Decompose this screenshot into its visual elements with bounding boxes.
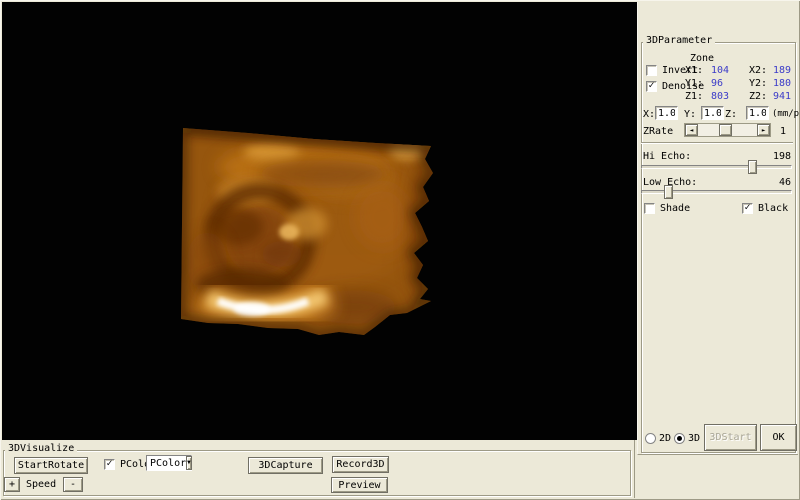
zone-y1-value: 96 (711, 78, 724, 89)
low-echo-slider-thumb[interactable] (664, 185, 673, 199)
mode-2d-label: 2D (659, 433, 672, 444)
zone-row-x: X1: 104 X2: 189 (684, 65, 800, 78)
mode-2d-radio[interactable] (645, 433, 656, 444)
zone-z1-label: Z1: (685, 91, 704, 102)
hi-echo-slider-thumb[interactable] (748, 160, 757, 174)
y-spacing-label: Y: (684, 109, 697, 120)
visualize-bar: 3DVisualize StartRotate + Speed - ✓ PCol… (2, 440, 635, 498)
zone-row-z: Z1: 803 Z2: 941 (684, 91, 800, 104)
pcolor-dropdown-value: PColor (150, 457, 187, 469)
zone-z2-label: Z2: (749, 91, 768, 102)
zrate-scrollbar[interactable]: ◄ ► (684, 123, 771, 137)
preview-button[interactable]: Preview (331, 477, 388, 493)
zone-y2-label: Y2: (749, 78, 768, 89)
zone-y1-label: Y1: (685, 78, 704, 89)
shade-label: Shade (660, 203, 691, 214)
shade-checkbox[interactable] (644, 203, 655, 214)
y-spacing-input[interactable] (701, 106, 724, 120)
start3d-button[interactable]: 3DStart (704, 424, 757, 451)
zrate-scrollbar-thumb[interactable] (719, 124, 732, 136)
invert-checkbox[interactable] (646, 65, 657, 76)
speed-plus-button[interactable]: + (4, 477, 20, 492)
zone-z2-value: 941 (773, 91, 792, 102)
zone-grid: X1: 104 X2: 189 Y1: 96 Y2: 180 Z1: 803 Z… (684, 65, 800, 104)
zone-x2-label: X2: (749, 65, 768, 76)
parameter-group-title: 3DParameter (643, 35, 716, 46)
zone-row-y: Y1: 96 Y2: 180 (684, 78, 800, 91)
speed-label: Speed (26, 479, 57, 490)
start-rotate-button[interactable]: StartRotate (14, 457, 88, 474)
chevron-down-icon[interactable]: ▼ (186, 456, 192, 470)
check-icon: ✓ (106, 458, 113, 469)
pcolor-dropdown[interactable]: PColor ▼ (146, 455, 192, 471)
zone-title: Zone (690, 53, 715, 64)
ultrasound-volume-render (181, 128, 433, 335)
scroll-right-icon[interactable]: ► (757, 124, 770, 136)
zrate-label: ZRate (643, 126, 674, 137)
hi-echo-slider-track[interactable] (641, 165, 792, 169)
check-icon: ✓ (648, 80, 655, 91)
zone-x2-value: 189 (773, 65, 792, 76)
hi-echo-value: 198 (772, 151, 791, 162)
speed-minus-button[interactable]: - (63, 477, 83, 492)
capture3d-button[interactable]: 3DCapture (248, 457, 323, 474)
zone-z1-value: 803 (711, 91, 730, 102)
pcolor-checkbox[interactable]: ✓ (104, 459, 115, 470)
zrate-value: 1 (780, 126, 787, 137)
parameter-panel: 3DParameter Invert ✓ Denoise Zone X1: 10… (637, 2, 800, 455)
black-checkbox[interactable]: ✓ (742, 203, 753, 214)
zone-x1-label: X1: (685, 65, 704, 76)
spacing-unit-label: (mm/p) (772, 109, 800, 119)
z-spacing-label: Z: (725, 109, 738, 120)
zone-y2-value: 180 (773, 78, 792, 89)
x-spacing-label: X: (643, 109, 656, 120)
mode-3d-label: 3D (688, 433, 701, 444)
black-label: Black (758, 203, 789, 214)
render-viewport[interactable] (2, 2, 637, 440)
low-echo-value: 46 (778, 177, 791, 188)
visualize-group-title: 3DVisualize (5, 443, 78, 454)
ok-button[interactable]: OK (760, 424, 797, 451)
zone-x1-value: 104 (711, 65, 730, 76)
hi-echo-label: Hi Echo: (643, 151, 692, 162)
z-spacing-input[interactable] (746, 106, 769, 120)
record3d-button[interactable]: Record3D (332, 456, 389, 473)
check-icon: ✓ (744, 202, 751, 213)
denoise-checkbox[interactable]: ✓ (646, 81, 657, 92)
mode-3d-radio[interactable] (674, 433, 685, 444)
x-spacing-input[interactable] (655, 106, 678, 120)
scroll-left-icon[interactable]: ◄ (685, 124, 698, 136)
panel-separator (641, 142, 793, 144)
